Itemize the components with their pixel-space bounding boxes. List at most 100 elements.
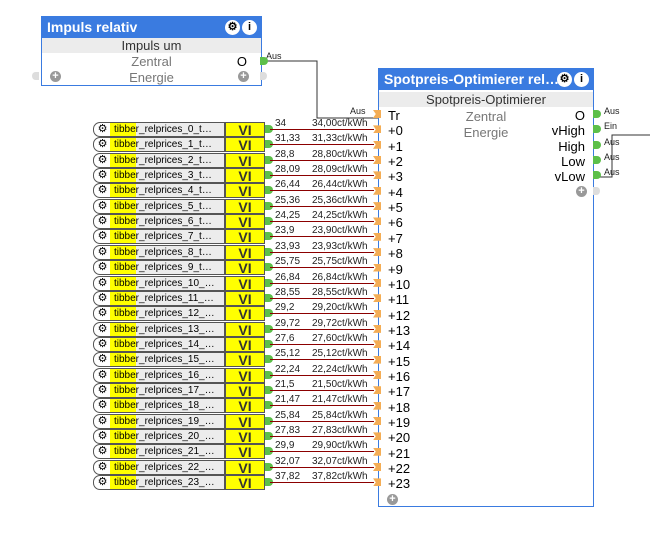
empty-output-port[interactable]: [593, 187, 600, 195]
formatted-value: 25,84ct/kWh: [312, 409, 368, 421]
impuls-relativ-block[interactable]: Impuls relativ ⚙ i Impuls um Zentral Ener…: [41, 16, 262, 86]
vi-label: VI: [225, 260, 265, 276]
price-input-row[interactable]: ⚙ tibber_relprices_3_t… VI: [93, 168, 265, 184]
raw-value: 28,09: [275, 164, 301, 176]
object-name: tibber_relprices_20_…: [110, 429, 225, 444]
price-input-row[interactable]: ⚙ tibber_relprices_8_t… VI: [93, 244, 265, 260]
raw-value: 27,6: [275, 332, 295, 344]
wire: [270, 190, 374, 192]
wire: [270, 389, 374, 391]
price-input-row[interactable]: ⚙ tibber_relprices_17_… VI: [93, 382, 265, 398]
raw-value: 25,36: [275, 194, 301, 206]
block-header[interactable]: Spotpreis-Optimierer rel… ⚙ i: [379, 69, 593, 90]
price-input-row[interactable]: ⚙ tibber_relprices_1_t… VI: [93, 137, 265, 153]
vi-label: VI: [225, 214, 265, 230]
gear-icon[interactable]: ⚙: [557, 72, 572, 87]
price-input-row[interactable]: ⚙ tibber_relprices_21_… VI: [93, 444, 265, 460]
output-wire-value: Aus: [604, 136, 620, 147]
price-input-row[interactable]: ⚙ tibber_relprices_6_t… VI: [93, 214, 265, 230]
price-input-row[interactable]: ⚙ tibber_relprices_12_… VI: [93, 306, 265, 322]
wire: [270, 205, 374, 207]
output-port[interactable]: [593, 110, 601, 118]
raw-value: 21,5: [275, 378, 295, 390]
raw-value: 26,84: [275, 271, 301, 283]
add-output-icon[interactable]: +: [238, 71, 249, 82]
input-hour-8: +8: [388, 246, 403, 262]
object-name: tibber_relprices_12_…: [110, 306, 225, 322]
block-title: Impuls relativ: [47, 19, 138, 35]
price-input-row[interactable]: ⚙ tibber_relprices_23_… VI: [93, 475, 265, 491]
wire: [270, 343, 374, 345]
formatted-value: 34,00ct/kWh: [312, 118, 368, 129]
wire: [270, 267, 374, 269]
add-input-icon[interactable]: +: [50, 71, 61, 82]
formatted-value: 21,50ct/kWh: [312, 378, 368, 390]
raw-value: 28,55: [275, 286, 301, 298]
add-output-icon[interactable]: +: [576, 186, 587, 197]
price-input-row[interactable]: ⚙ tibber_relprices_19_… VI: [93, 413, 265, 429]
block-subtitle: Impuls um: [42, 38, 261, 53]
price-input-row[interactable]: ⚙ tibber_relprices_20_… VI: [93, 429, 265, 444]
price-input-row[interactable]: ⚙ tibber_relprices_16_… VI: [93, 367, 265, 383]
price-input-row[interactable]: ⚙ tibber_relprices_4_t… VI: [93, 183, 265, 199]
price-input-row[interactable]: ⚙ tibber_relprices_5_t… VI: [93, 198, 265, 214]
input-hour-5: +5: [388, 200, 403, 216]
input-hour-12: +12: [388, 307, 411, 323]
price-input-row[interactable]: ⚙ tibber_relprices_22_… VI: [93, 459, 265, 475]
vi-label: VI: [225, 321, 265, 337]
input-hour-17: +17: [388, 384, 411, 400]
vi-label: VI: [225, 459, 265, 475]
output-port[interactable]: [593, 156, 601, 165]
price-input-row[interactable]: ⚙ tibber_relprices_10_… VI: [93, 275, 265, 291]
price-input-row[interactable]: ⚙ tibber_relprices_11_… VI: [93, 290, 265, 306]
price-input-row[interactable]: ⚙ tibber_relprices_2_t… VI: [93, 152, 265, 168]
vi-label: VI: [225, 183, 265, 199]
wire: [270, 451, 374, 453]
block-header[interactable]: Impuls relativ ⚙ i: [42, 17, 261, 38]
output-port[interactable]: [593, 140, 601, 149]
vi-label: VI: [225, 168, 265, 184]
vi-label: VI: [225, 382, 265, 398]
wire: [270, 466, 374, 468]
output-wire-value: Ein: [604, 121, 618, 132]
output-port[interactable]: [260, 57, 268, 65]
price-input-row[interactable]: ⚙ tibber_relprices_9_t… VI: [93, 260, 265, 276]
empty-output-port[interactable]: [260, 72, 267, 80]
output-high: High: [558, 138, 585, 154]
price-input-row[interactable]: ⚙ tibber_relprices_14_… VI: [93, 336, 265, 352]
center-zentral: Zentral: [465, 109, 507, 124]
add-input-icon[interactable]: +: [387, 494, 398, 505]
gear-icon[interactable]: ⚙: [225, 20, 240, 35]
input-hour-4: +4: [388, 184, 403, 200]
object-name: tibber_relprices_0_t…: [110, 122, 225, 137]
empty-input-port[interactable]: [32, 72, 39, 80]
object-name: tibber_relprices_15_…: [110, 352, 225, 368]
formatted-value: 23,90ct/kWh: [312, 225, 368, 237]
vi-label: VI: [225, 244, 265, 260]
input-tr: Tr: [388, 108, 400, 123]
price-input-row[interactable]: ⚙ tibber_relprices_18_… VI: [93, 398, 265, 414]
vi-label: VI: [225, 290, 265, 306]
info-icon[interactable]: i: [574, 72, 589, 87]
impuls-output-wire-value: Aus: [266, 51, 282, 61]
object-name: tibber_relprices_1_t…: [110, 137, 225, 153]
block-subtitle: Spotpreis-Optimierer: [379, 92, 593, 107]
price-input-row[interactable]: ⚙ tibber_relprices_0_t… VI: [93, 122, 265, 137]
formatted-value: 28,55ct/kWh: [312, 286, 368, 298]
price-input-row[interactable]: ⚙ tibber_relprices_15_… VI: [93, 352, 265, 368]
input-hour-0: +0: [388, 123, 403, 139]
price-input-row[interactable]: ⚙ tibber_relprices_13_… VI: [93, 321, 265, 337]
price-input-row[interactable]: ⚙ tibber_relprices_7_t… VI: [93, 229, 265, 245]
vi-label: VI: [225, 275, 265, 291]
vi-label: VI: [225, 306, 265, 322]
info-icon[interactable]: i: [242, 20, 257, 35]
raw-value: 21,47: [275, 394, 301, 406]
formatted-value: 25,36ct/kWh: [312, 194, 368, 206]
input-hour-21: +21: [388, 445, 411, 461]
wire: [270, 129, 374, 130]
vi-label: VI: [225, 229, 265, 245]
object-name: tibber_relprices_10_…: [110, 275, 225, 291]
object-name: tibber_relprices_17_…: [110, 382, 225, 398]
formatted-value: 25,75ct/kWh: [312, 256, 368, 268]
spotpreis-optimierer-block[interactable]: Spotpreis-Optimierer rel… ⚙ i Spotpreis-O…: [378, 68, 594, 507]
